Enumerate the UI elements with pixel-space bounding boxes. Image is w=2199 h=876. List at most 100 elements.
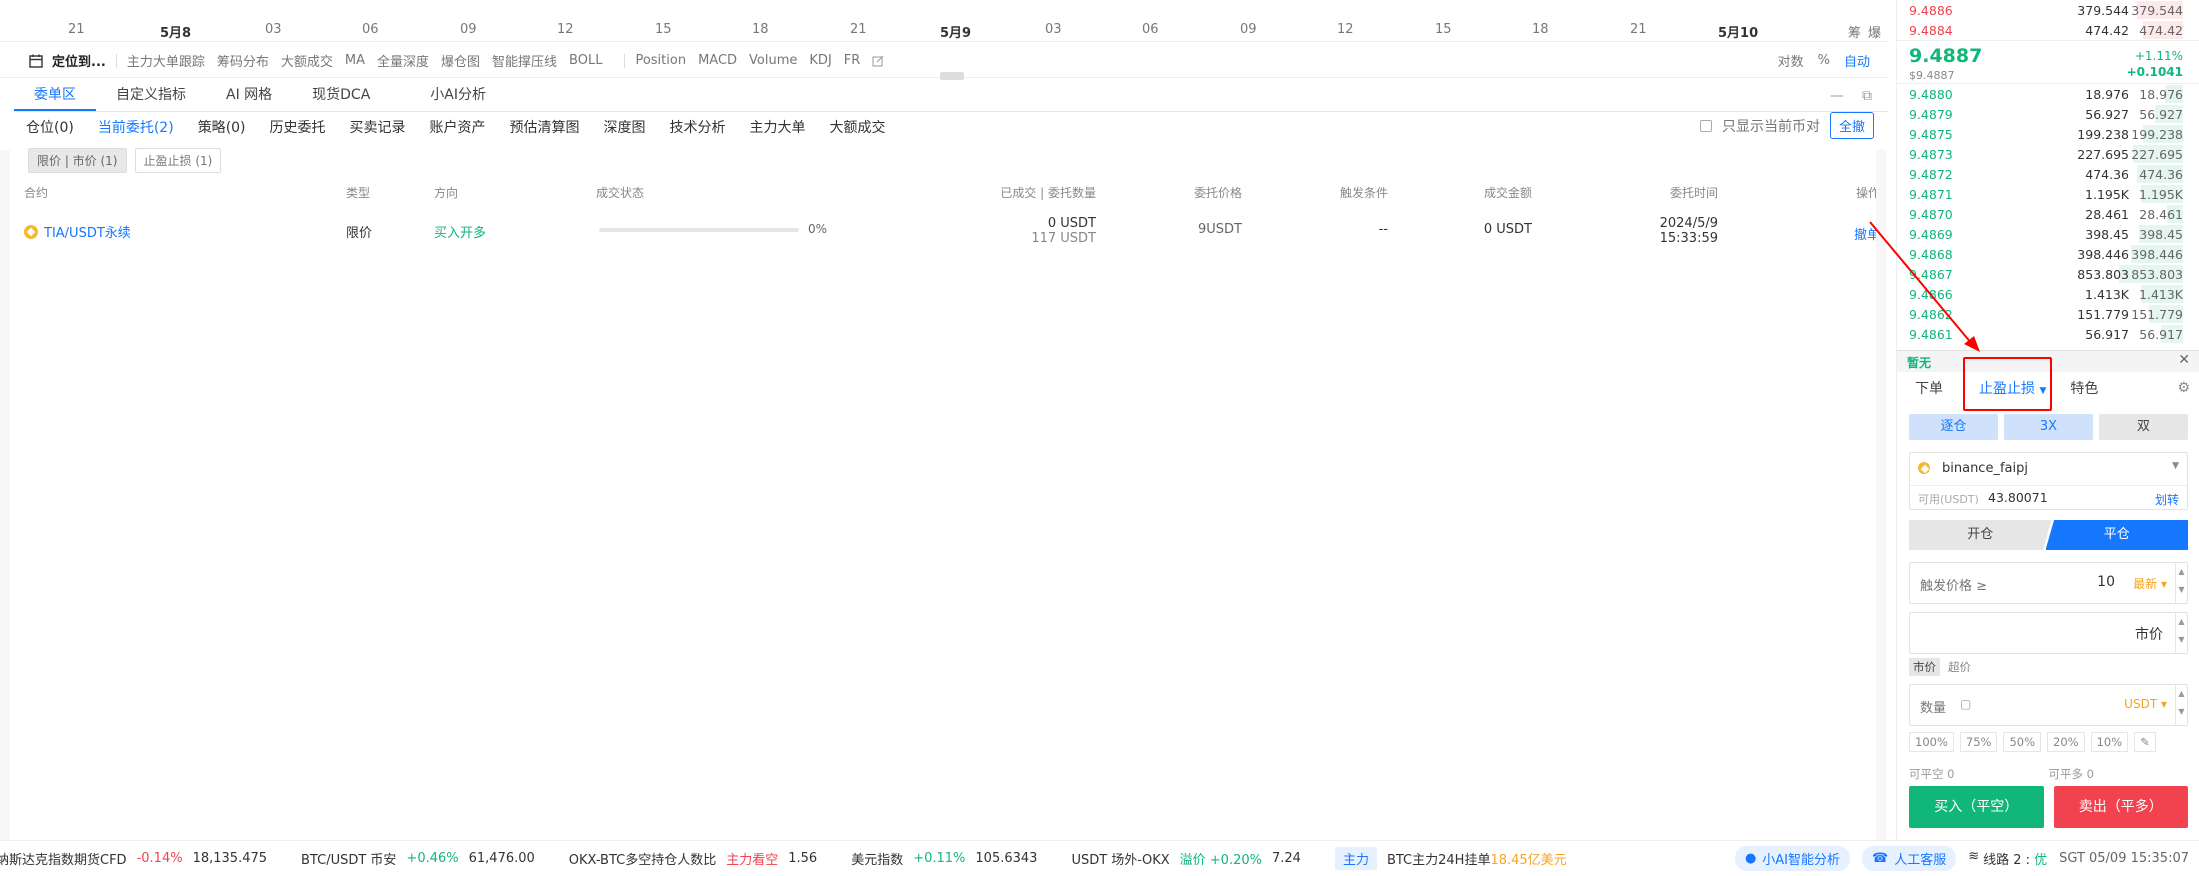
ticker-item[interactable]: OKX-BTC多空持仓人数比 主力看空 1.56 xyxy=(569,849,817,868)
account-selector[interactable]: binance_faipj ▼ 可用(USDT) 43.80071 划转 xyxy=(1909,452,2188,510)
indicator-item[interactable]: Position xyxy=(635,53,686,68)
panel-collapse-handle[interactable] xyxy=(940,72,964,80)
network-line[interactable]: ≋ 线路 2 :优 xyxy=(1968,849,2047,868)
time-label: 筹 xyxy=(1848,26,1862,41)
ticker-item[interactable]: USDT 场外-OKX 溢价 +0.20% 7.24 xyxy=(1071,849,1301,868)
orderbook-bid-row[interactable]: 9.4868 398.446 398.446 xyxy=(1897,244,2199,264)
edit-icon[interactable] xyxy=(872,55,884,67)
settings-icon[interactable]: ⚙ xyxy=(2177,380,2190,396)
tab-strategies[interactable]: 策略(0) xyxy=(198,117,246,137)
tab-trade-records[interactable]: 买卖记录 xyxy=(350,117,406,137)
pct-option[interactable]: 75% xyxy=(1959,732,1998,752)
indicator-item[interactable]: 大额成交 xyxy=(281,51,333,70)
tab-ai-grid[interactable]: AI 网格 xyxy=(206,84,292,111)
orderbook-bid-row[interactable]: 9.4871 1.195K 1.195K xyxy=(1897,184,2199,204)
edit-icon[interactable]: ✎ xyxy=(2134,732,2156,752)
orderbook-bid-row[interactable]: 9.4880 18.976 18.976 xyxy=(1897,84,2199,104)
tab-positions[interactable]: 仓位(0) xyxy=(26,117,74,137)
tab-whale-orders[interactable]: 主力大单 xyxy=(750,117,806,137)
isolated-button[interactable]: 逐仓 xyxy=(1909,414,1998,440)
tab-liquidation-map[interactable]: 预估清算图 xyxy=(510,117,580,137)
tab-account-assets[interactable]: 账户资产 xyxy=(430,117,486,137)
orderbook-bid-row[interactable]: 9.4867 853.803 853.803 xyxy=(1897,264,2199,284)
ticker-item[interactable]: 美元指数 +0.11% 105.6343 xyxy=(851,849,1037,868)
subtab-tpsl[interactable]: 止盈止损 (1) xyxy=(134,148,222,173)
orderbook-bid-row[interactable]: 9.4869 398.45 398.45 xyxy=(1897,224,2199,244)
status-none: 暂无 xyxy=(1907,356,1932,370)
whale-ticker[interactable]: 主力 BTC主力24H挂单 18.45亿美元 xyxy=(1334,847,1567,870)
tab-orders[interactable]: 委单区 xyxy=(14,84,96,111)
orderbook-ask-row[interactable]: 9.4886 379.544 379.544 xyxy=(1897,0,2199,20)
log-scale-toggle[interactable]: 对数 xyxy=(1778,51,1804,70)
order-price-input[interactable]: 市价 ▲ ▼ xyxy=(1909,612,2188,654)
ai-analysis-button[interactable]: ● 小AI智能分析 xyxy=(1734,846,1851,871)
tab-open-orders[interactable]: 当前委托(2) xyxy=(98,117,174,137)
leverage-button[interactable]: 3X xyxy=(2004,414,2093,440)
tab-custom-indicator[interactable]: 自定义指标 xyxy=(96,84,206,111)
percent-toggle[interactable]: % xyxy=(1818,53,1830,68)
stepper[interactable]: ▲ ▼ xyxy=(2175,613,2187,653)
maximize-icon[interactable]: ⧉ xyxy=(1862,88,1872,104)
pct-option[interactable]: 20% xyxy=(2047,732,2085,752)
transfer-link[interactable]: 划转 xyxy=(2155,491,2179,508)
ticker-item[interactable]: 纳斯达克指数期货CFD -0.14% 18,135.475 xyxy=(0,849,267,868)
only-current-checkbox[interactable] xyxy=(1699,119,1712,132)
unit-select[interactable]: USDT ▾ xyxy=(2124,697,2167,711)
indicator-item[interactable]: 爆仓图 xyxy=(441,51,480,70)
orderbook-ask-row[interactable]: 9.4884 474.42 474.42 xyxy=(1897,20,2199,40)
orderbook-bid-row[interactable]: 9.4875 199.238 199.238 xyxy=(1897,124,2199,144)
ticker-item[interactable]: BTC/USDT 币安 +0.46% 61,476.00 xyxy=(301,849,535,868)
quantity-input[interactable]: 数量 ▢ USDT ▾ ▲ ▼ xyxy=(1909,684,2188,726)
support-button[interactable]: ☎ 人工客服 xyxy=(1862,846,1957,871)
orderbook-bid-row[interactable]: 9.4862 151.779 151.779 xyxy=(1897,304,2199,324)
orderbook-bid-row[interactable]: 9.4872 474.36 474.36 xyxy=(1897,164,2199,184)
tab-technical-analysis[interactable]: 技术分析 xyxy=(670,117,726,137)
cancel-all-button[interactable]: 全撤 xyxy=(1829,112,1874,139)
indicator-item[interactable]: 智能撑压线 xyxy=(492,51,557,70)
indicator-item[interactable]: BOLL xyxy=(569,53,602,68)
latest-price-select[interactable]: 最新 ▾ xyxy=(2133,575,2167,592)
lock-icon[interactable]: ▢ xyxy=(1960,697,1971,711)
orderbook-bid-row[interactable]: 9.4866 1.413K 1.413K xyxy=(1897,284,2199,304)
sell-close-long-button[interactable]: 卖出（平多） xyxy=(2053,786,2188,828)
close-position-button[interactable]: 平仓 xyxy=(2045,520,2188,550)
stepper[interactable]: ▲ ▼ xyxy=(2175,685,2187,725)
indicator-item[interactable]: MACD xyxy=(698,53,737,68)
indicator-item[interactable]: Volume xyxy=(749,53,797,68)
tab-place-order[interactable]: 下单 xyxy=(1915,378,1943,398)
tab-featured[interactable]: 特色 xyxy=(2070,378,2098,398)
locate-button[interactable]: 定位到... xyxy=(28,51,106,70)
tab-depth-chart[interactable]: 深度图 xyxy=(604,117,646,137)
trigger-price-input[interactable]: 触发价格 ≥ 10 最新 ▾ ▲ ▼ xyxy=(1909,562,2188,604)
tab-spot-dca[interactable]: 现货DCA xyxy=(292,84,390,111)
contract-link[interactable]: TIA/USDT永续 xyxy=(24,222,131,241)
pct-option[interactable]: 50% xyxy=(2003,732,2042,752)
orderbook-bid-row[interactable]: 9.4861 56.917 56.917 xyxy=(1897,324,2199,344)
auto-scale-toggle[interactable]: 自动 xyxy=(1844,51,1870,70)
indicator-item[interactable]: 全量深度 xyxy=(377,51,429,70)
orderbook-bid-row[interactable]: 9.4879 56.927 56.927 xyxy=(1897,104,2199,124)
best-price-option[interactable]: 超价 xyxy=(1944,658,1975,676)
indicator-item[interactable]: KDJ xyxy=(809,53,831,68)
tab-large-trades[interactable]: 大额成交 xyxy=(830,117,886,137)
stepper[interactable]: ▲ ▼ xyxy=(2175,563,2187,603)
indicator-item[interactable]: MA xyxy=(345,53,365,68)
market-price-option[interactable]: 市价 xyxy=(1909,658,1940,676)
dual-button[interactable]: 双 xyxy=(2099,414,2188,440)
indicator-item[interactable]: 主力大单跟踪 xyxy=(127,51,205,70)
pct-option[interactable]: 10% xyxy=(2090,732,2129,752)
indicator-item[interactable]: 筹码分布 xyxy=(217,51,269,70)
buy-close-short-button[interactable]: 买入（平空） xyxy=(1909,786,2044,828)
orderbook-bid-row[interactable]: 9.4870 28.461 28.461 xyxy=(1897,204,2199,224)
tab-order-history[interactable]: 历史委托 xyxy=(270,117,326,137)
pct-option[interactable]: 100% xyxy=(1909,732,1954,752)
minimize-icon[interactable]: — xyxy=(1830,88,1844,104)
open-position-button[interactable]: 开仓 xyxy=(1909,520,2052,550)
close-icon[interactable]: ✕ xyxy=(2178,352,2190,368)
tab-ai-analysis[interactable]: 小AI分析 xyxy=(410,84,506,111)
orderbook-bid-row[interactable]: 9.4873 227.695 227.695 xyxy=(1897,144,2199,164)
subtab-limit-market[interactable]: 限价 | 市价 (1) xyxy=(28,148,127,173)
right-panel: 9.4886 379.544 379.544 9.4884 474.42 474… xyxy=(1896,0,2199,840)
indicator-item[interactable]: FR xyxy=(844,53,861,68)
time-label: 15 xyxy=(1435,22,1452,37)
